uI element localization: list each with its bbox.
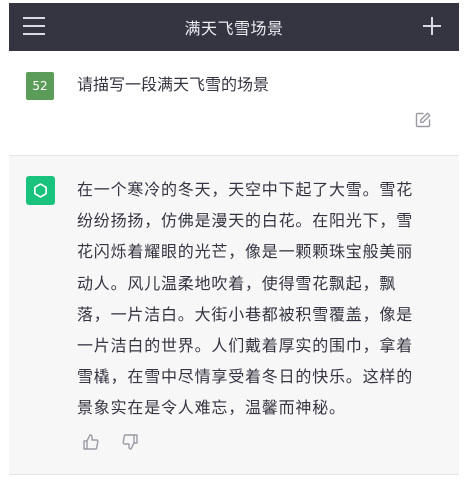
edit-icon[interactable] bbox=[414, 111, 432, 129]
assistant-line: 落，一片洁白。大街小巷都被积雪覆盖，像是 bbox=[77, 304, 414, 324]
top-bar: 满天飞雪场景 bbox=[9, 3, 459, 51]
thumbs-up-icon[interactable] bbox=[82, 433, 100, 451]
thumbs-down-icon[interactable] bbox=[121, 433, 139, 451]
chat-title: 满天飞雪场景 bbox=[184, 19, 284, 38]
assistant-line: 一片洁白的世界。人们戴着厚实的围巾，拿着 bbox=[77, 336, 414, 356]
plus-icon[interactable] bbox=[421, 15, 443, 37]
user-avatar: 52 bbox=[26, 72, 54, 100]
assistant-line: 在一个寒冷的冬天，天空中下起了大雪。雪花 bbox=[77, 180, 414, 199]
menu-icon[interactable] bbox=[23, 17, 45, 37]
assistant-message: 在一个寒冷的冬天，天空中下起了大雪。雪花 纷纷扬扬，仿佛是漫天的白花。在阳光下，… bbox=[9, 155, 459, 475]
chatgpt-logo-icon bbox=[26, 176, 55, 205]
assistant-line: 花闪烁着耀眼的光芒，像是一颗颗珠宝般美丽 bbox=[77, 242, 414, 262]
assistant-line: 动人。风儿温柔地吹着，使得雪花飘起，飘 bbox=[77, 273, 397, 293]
user-message: 52 请描写一段满天飞雪的场景 bbox=[9, 51, 459, 155]
assistant-line: 雪橇，在雪中尽情享受着冬日的快乐。这样的 bbox=[77, 367, 414, 387]
assistant-message-text: 在一个寒冷的冬天，天空中下起了大雪。雪花 纷纷扬扬，仿佛是漫天的白花。在阳光下，… bbox=[77, 174, 439, 424]
assistant-line: 纷纷扬扬，仿佛是漫天的白花。在阳光下，雪 bbox=[77, 211, 414, 231]
assistant-line: 景象实在是令人难忘，温馨而神秘。 bbox=[77, 398, 346, 418]
user-message-text: 请描写一段满天飞雪的场景 bbox=[77, 75, 270, 94]
